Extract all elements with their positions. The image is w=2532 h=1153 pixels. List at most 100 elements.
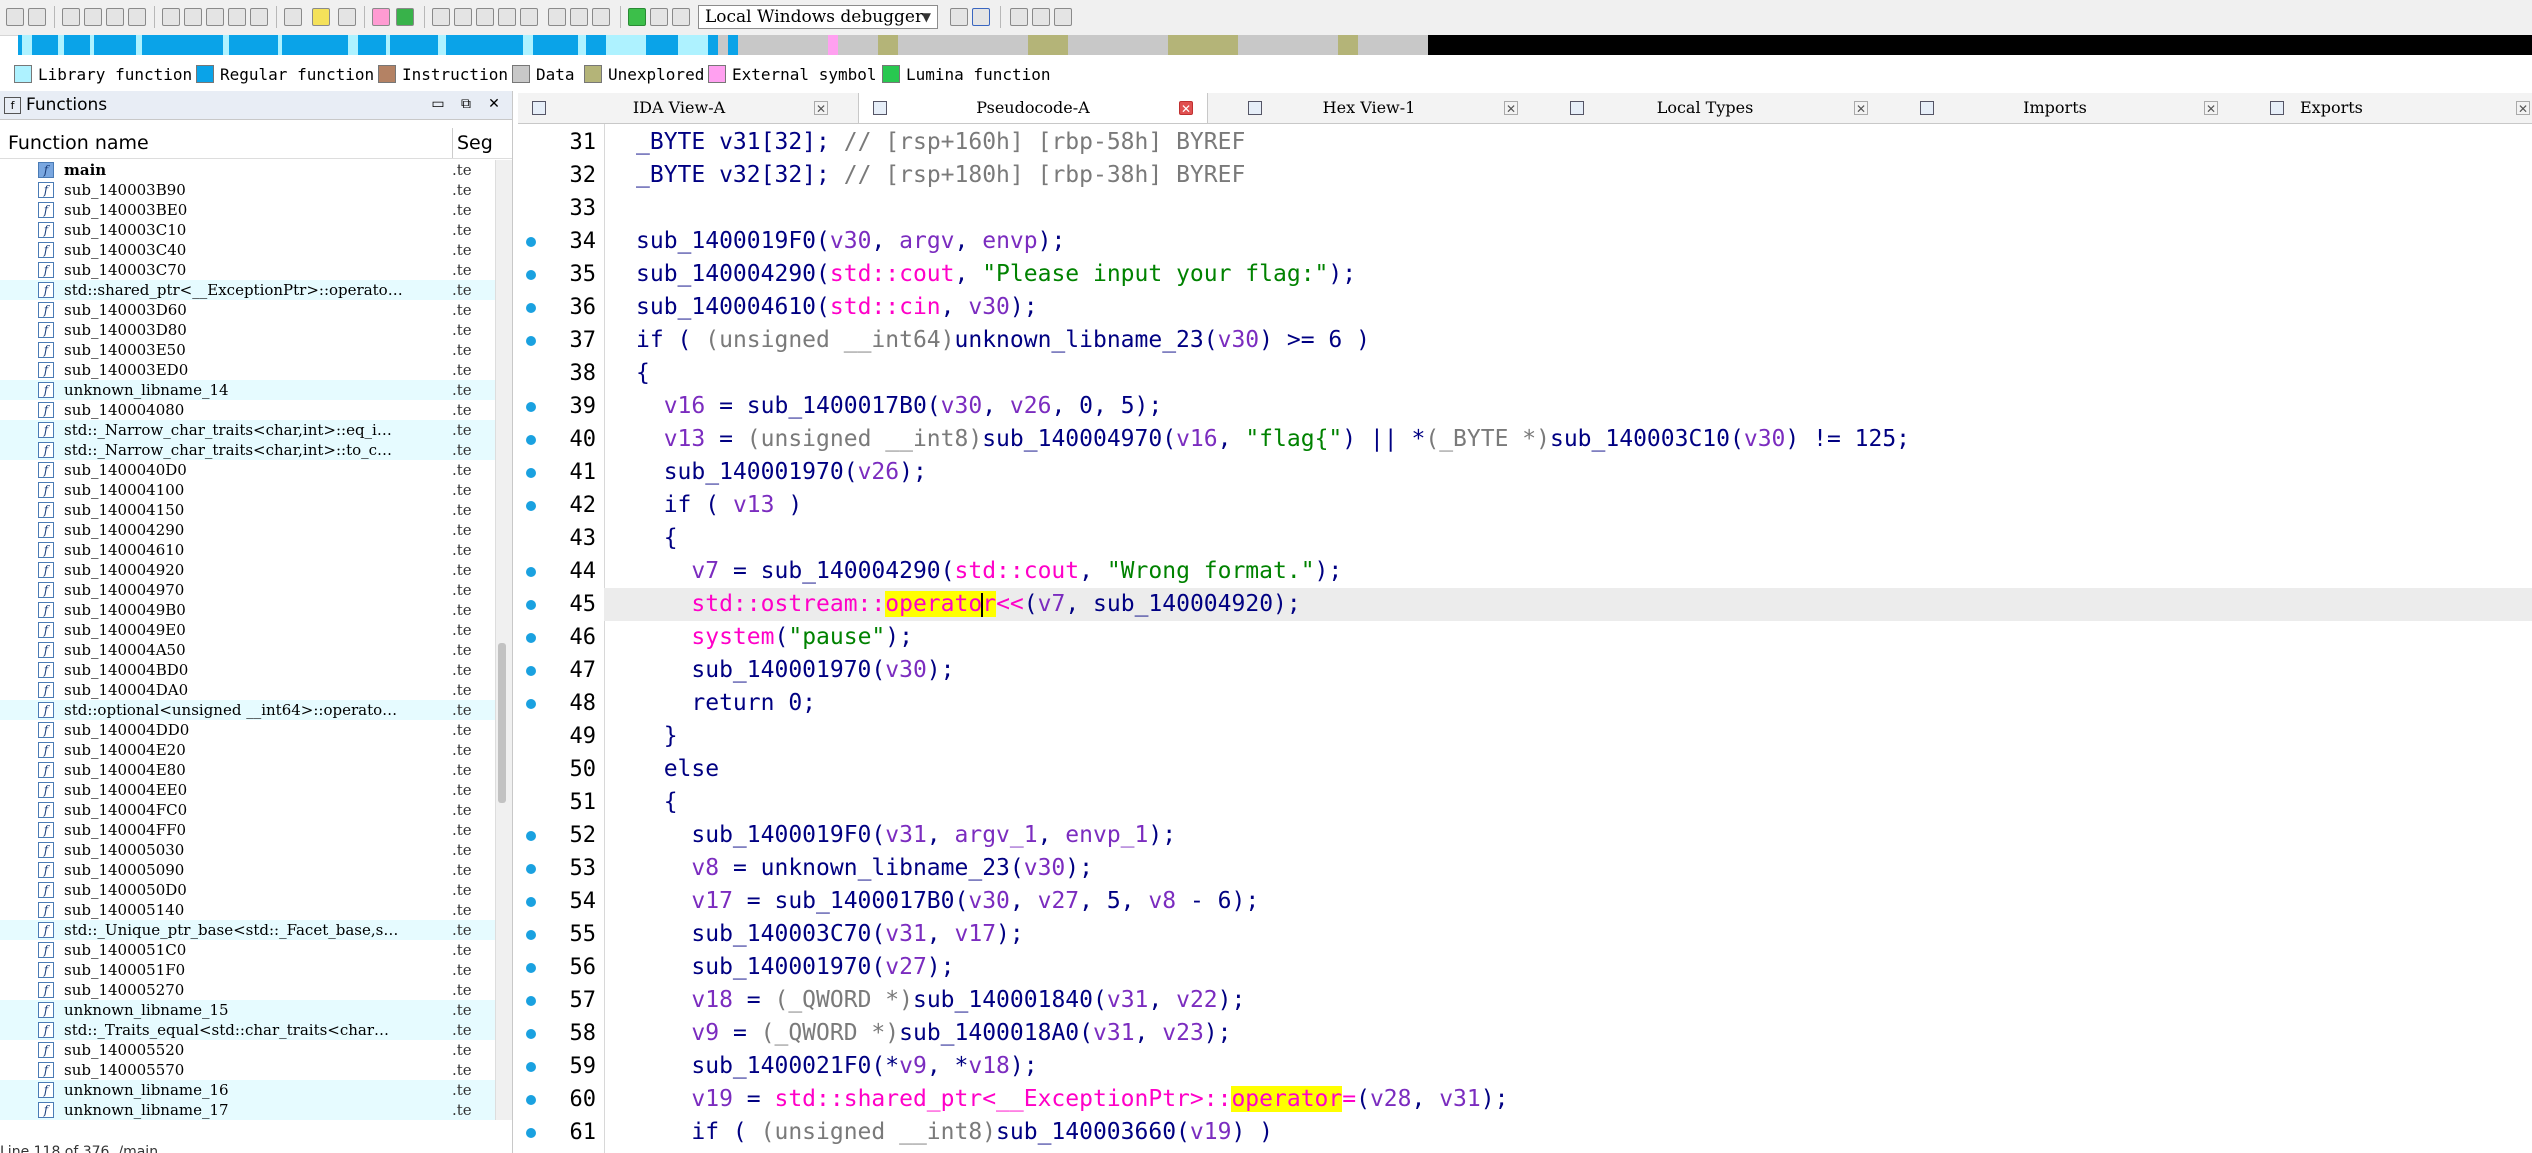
code-line[interactable] bbox=[636, 192, 2532, 225]
function-row[interactable]: f sub_140005520 .te bbox=[0, 1040, 495, 1060]
breakpoint-dot-icon[interactable] bbox=[526, 897, 536, 907]
code-line[interactable]: { bbox=[636, 357, 2532, 390]
function-row[interactable]: f sub_140004970 .te bbox=[0, 580, 495, 600]
function-row[interactable]: f sub_1400051F0 .te bbox=[0, 960, 495, 980]
function-row[interactable]: f sub_140003C40 .te bbox=[0, 240, 495, 260]
tab-exports[interactable]: Exports ✕ bbox=[2230, 93, 2532, 123]
function-row[interactable]: f sub_140003C70 .te bbox=[0, 260, 495, 280]
breakpoint-dot-icon[interactable] bbox=[526, 831, 536, 841]
search-next-icon[interactable] bbox=[206, 8, 224, 26]
breakpoint-dot-icon[interactable] bbox=[526, 567, 536, 577]
code-line[interactable]: } bbox=[636, 720, 2532, 753]
debugger-select[interactable]: Local Windows debugger ▼ bbox=[698, 5, 938, 29]
code-line[interactable]: v16 = sub_1400017B0(v30, v26, 0, 5); bbox=[636, 390, 2532, 423]
forward-icon[interactable] bbox=[84, 8, 102, 26]
data-icon[interactable] bbox=[498, 8, 516, 26]
functions-scrollbar[interactable] bbox=[495, 160, 512, 1120]
play-icon[interactable] bbox=[628, 8, 646, 26]
code-line[interactable]: else bbox=[636, 753, 2532, 786]
function-row[interactable]: f sub_140003D80 .te bbox=[0, 320, 495, 340]
function-row[interactable]: f sub_140004E20 .te bbox=[0, 740, 495, 760]
breakpoint-dot-icon[interactable] bbox=[526, 1029, 536, 1039]
function-row[interactable]: f unknown_libname_14 .te bbox=[0, 380, 495, 400]
code-line[interactable]: sub_140003C70(v31, v17); bbox=[636, 918, 2532, 951]
navigation-band[interactable] bbox=[18, 35, 2532, 55]
code-line[interactable]: if ( (unsigned __int8)sub_140003660(v19)… bbox=[636, 1116, 2532, 1149]
dock-icon[interactable]: ▭ bbox=[430, 96, 446, 112]
code-line[interactable]: sub_1400021F0(*v9, *v18); bbox=[636, 1050, 2532, 1083]
breakpoint-dot-icon[interactable] bbox=[526, 435, 536, 445]
function-row[interactable]: f unknown_libname_15 .te bbox=[0, 1000, 495, 1020]
code-line[interactable]: v7 = sub_140004290(std::cout, "Wrong for… bbox=[636, 555, 2532, 588]
code-line[interactable]: sub_140004290(std::cout, "Please input y… bbox=[636, 258, 2532, 291]
trace-icon[interactable] bbox=[1032, 8, 1050, 26]
breakpoint-dot-icon[interactable] bbox=[526, 468, 536, 478]
function-row[interactable]: f sub_140005030 .te bbox=[0, 840, 495, 860]
function-row[interactable]: f sub_140003C10 .te bbox=[0, 220, 495, 240]
breakpoint-dot-icon[interactable] bbox=[526, 303, 536, 313]
close-icon[interactable]: ✕ bbox=[2204, 101, 2218, 116]
function-row[interactable]: f unknown_libname_17 .te bbox=[0, 1100, 495, 1120]
function-row[interactable]: f sub_1400049E0 .te bbox=[0, 620, 495, 640]
column-function-name[interactable]: Function name bbox=[8, 128, 149, 158]
jump-icon[interactable] bbox=[106, 8, 124, 26]
breakpoint-dot-icon[interactable] bbox=[526, 402, 536, 412]
function-row[interactable]: f sub_140003E50 .te bbox=[0, 340, 495, 360]
close-icon[interactable]: ✕ bbox=[1504, 101, 1518, 116]
close-icon[interactable]: ✕ bbox=[486, 96, 502, 112]
breakpoint-dot-icon[interactable] bbox=[526, 600, 536, 610]
function-row[interactable]: f main .te bbox=[0, 160, 495, 180]
breakpoint-dot-icon[interactable] bbox=[526, 996, 536, 1006]
tab-imports[interactable]: Imports ✕ bbox=[1880, 93, 2230, 123]
functions-scrollbar-thumb[interactable] bbox=[498, 643, 506, 803]
function-row[interactable]: f sub_140005140 .te bbox=[0, 900, 495, 920]
code-line[interactable]: sub_1400019F0(v30, argv, envp); bbox=[636, 225, 2532, 258]
pause-icon[interactable] bbox=[650, 8, 668, 26]
string-icon[interactable] bbox=[570, 8, 588, 26]
watch-icon[interactable] bbox=[1054, 8, 1072, 26]
code-line[interactable]: v13 = (unsigned __int8)sub_140004970(v16… bbox=[636, 423, 2532, 456]
jump-list-icon[interactable] bbox=[128, 8, 146, 26]
code-line[interactable]: sub_1400019F0(v31, argv_1, envp_1); bbox=[636, 819, 2532, 852]
code-line[interactable]: { bbox=[636, 522, 2532, 555]
function-row[interactable]: f sub_140004150 .te bbox=[0, 500, 495, 520]
tab-hex-view-1[interactable]: Hex View-1 ✕ bbox=[1208, 93, 1530, 123]
debugger-setup-icon[interactable] bbox=[972, 8, 990, 26]
dropdown-arrow-icon[interactable] bbox=[338, 8, 356, 26]
search-imm-icon[interactable] bbox=[228, 8, 246, 26]
function-row[interactable]: f sub_140004EE0 .te bbox=[0, 780, 495, 800]
function-row[interactable]: f sub_140004A50 .te bbox=[0, 640, 495, 660]
segment-icon[interactable] bbox=[476, 8, 494, 26]
breakpoint-dot-icon[interactable] bbox=[526, 666, 536, 676]
function-row[interactable]: f sub_1400040D0 .te bbox=[0, 460, 495, 480]
function-row[interactable]: f sub_140004610 .te bbox=[0, 540, 495, 560]
code-line[interactable]: v17 = sub_1400017B0(v30, v27, 5, v8 - 6)… bbox=[636, 885, 2532, 918]
code-line[interactable]: v8 = unknown_libname_23(v30); bbox=[636, 852, 2532, 885]
code-line[interactable]: v18 = (_QWORD *)sub_140001840(v31, v22); bbox=[636, 984, 2532, 1017]
save-icon[interactable] bbox=[28, 8, 46, 26]
function-row[interactable]: f sub_140004FC0 .te bbox=[0, 800, 495, 820]
breakpoint-dot-icon[interactable] bbox=[526, 963, 536, 973]
close-icon[interactable]: ✕ bbox=[1179, 101, 1193, 116]
close-icon[interactable]: ✕ bbox=[2516, 101, 2530, 116]
debugger-options-icon[interactable] bbox=[950, 8, 968, 26]
function-row[interactable]: f sub_140005570 .te bbox=[0, 1060, 495, 1080]
function-row[interactable]: f sub_140004BD0 .te bbox=[0, 660, 495, 680]
close-icon[interactable]: ✕ bbox=[814, 101, 828, 116]
breakpoint-dot-icon[interactable] bbox=[526, 270, 536, 280]
code-line[interactable]: return 0; bbox=[636, 687, 2532, 720]
jump-arrow-icon[interactable] bbox=[284, 8, 302, 26]
code-line[interactable]: if ( v13 ) bbox=[636, 489, 2532, 522]
text-view-icon[interactable] bbox=[312, 8, 330, 26]
undefine-icon[interactable] bbox=[520, 8, 538, 26]
code-line[interactable]: _BYTE v31[32]; // [rsp+160h] [rbp-58h] B… bbox=[636, 126, 2532, 159]
code-line-current[interactable]: std::ostream::operator<<(v7, sub_1400049… bbox=[604, 588, 2532, 621]
tab-ida-view-a[interactable]: IDA View-A ✕ bbox=[518, 93, 840, 123]
breakpoint-dot-icon[interactable] bbox=[526, 699, 536, 709]
breakpoint-dot-icon[interactable] bbox=[526, 633, 536, 643]
function-row[interactable]: f sub_140003BE0 .te bbox=[0, 200, 495, 220]
function-row[interactable]: f std::_Narrow_char_traits<char,int>::to_… bbox=[0, 440, 495, 460]
code-line[interactable]: if ( (unsigned __int64)unknown_libname_2… bbox=[636, 324, 2532, 357]
tab-pseudocode-a[interactable]: Pseudocode-A ✕ bbox=[858, 93, 1208, 123]
pseudocode-view[interactable]: 31 32 33 34 35 36 37 38 39 40 41 42 43 44 45 46 47 48 49 50… bbox=[518, 124, 2532, 1153]
